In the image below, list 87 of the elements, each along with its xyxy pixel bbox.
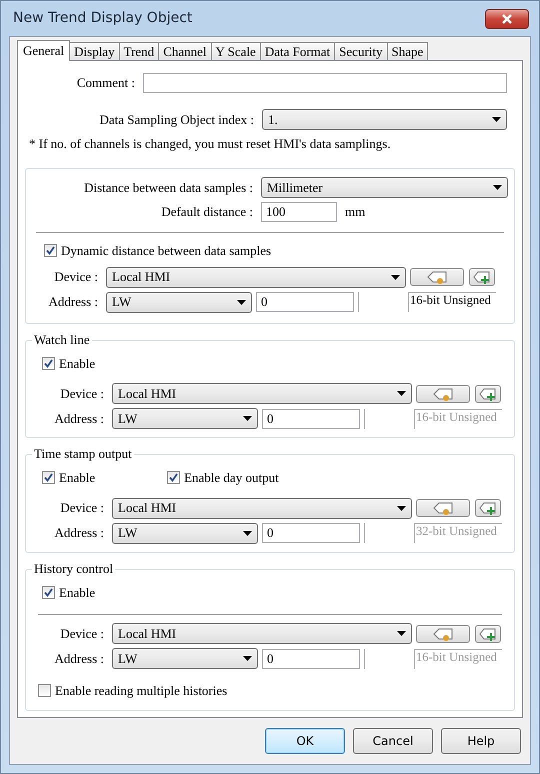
close-button[interactable] xyxy=(485,8,529,28)
device-dropdown[interactable]: Local HMI xyxy=(106,266,406,288)
note-text: * If no. of channels is changed, you must reset HMI's data samplings. xyxy=(28,135,392,153)
unit-label: mm xyxy=(345,203,366,222)
tag-button[interactable] xyxy=(410,268,464,286)
checkbox-label: Enable xyxy=(59,354,96,372)
tab[interactable]: Display xyxy=(69,42,120,60)
distance-field[interactable]: 100 xyxy=(261,202,337,222)
caret-icon xyxy=(243,416,252,421)
address-type-dropdown[interactable]: LW xyxy=(112,408,258,429)
address-field[interactable]: 0 xyxy=(262,648,360,668)
window-title: New Trend Display Object xyxy=(13,9,192,28)
address-field[interactable]: 0 xyxy=(262,408,360,428)
dialog-button[interactable]: OK xyxy=(265,728,345,754)
checkbox-label: Enable xyxy=(59,584,96,602)
checkbox[interactable] xyxy=(167,471,180,484)
checkbox[interactable] xyxy=(42,471,55,484)
data-type-label: 16-bit Unsigned xyxy=(408,292,496,312)
tag-button[interactable] xyxy=(416,624,470,642)
device-dropdown[interactable]: Local HMI xyxy=(112,623,412,644)
tag-icon xyxy=(431,386,455,400)
address-label: Address : xyxy=(54,524,105,542)
checkbox[interactable] xyxy=(42,356,55,370)
add-tag-button[interactable] xyxy=(475,384,501,402)
checkbox-label: Enable reading multiple histories xyxy=(55,682,228,700)
tab[interactable]: Data Format xyxy=(260,42,336,60)
address-field[interactable]: 0 xyxy=(262,523,360,543)
address-field[interactable]: 0 xyxy=(256,292,354,312)
caret-icon xyxy=(237,300,246,304)
dialog-button[interactable]: Cancel xyxy=(353,728,433,754)
tag-button[interactable] xyxy=(416,384,470,402)
address-label: Address : xyxy=(54,410,105,428)
add-tag-button[interactable] xyxy=(469,268,495,286)
distance-label: Distance between data samples : xyxy=(83,178,254,197)
dialog-button[interactable]: Help xyxy=(441,728,521,754)
address-type-dropdown[interactable]: LW xyxy=(106,292,252,312)
caret-icon xyxy=(492,117,501,122)
close-icon xyxy=(501,14,513,24)
tab[interactable]: Channel xyxy=(158,42,212,60)
caret-icon xyxy=(397,631,406,636)
tab[interactable]: Trend xyxy=(118,42,160,60)
device-label: Device : xyxy=(59,624,105,643)
device-dropdown[interactable]: Local HMI xyxy=(112,383,412,404)
device-dropdown[interactable]: Local HMI xyxy=(112,498,412,518)
sampling-index-label: Data Sampling Object index : xyxy=(98,110,255,129)
device-label: Device : xyxy=(59,499,105,518)
add-tag-icon xyxy=(472,270,492,284)
address-type-dropdown[interactable]: LW xyxy=(112,648,258,669)
checkbox[interactable] xyxy=(38,684,51,698)
data-type-label: 16-bit Unsigned xyxy=(414,408,502,428)
tab[interactable]: Y Scale xyxy=(210,42,261,60)
device-label: Device : xyxy=(59,384,105,403)
address-type-dropdown[interactable]: LW xyxy=(112,522,258,544)
tab[interactable]: Security xyxy=(334,42,388,60)
tag-icon xyxy=(425,270,449,284)
caret-icon xyxy=(243,656,252,661)
group-title: Time stamp output xyxy=(32,446,134,462)
address-label: Address : xyxy=(48,293,99,312)
tab[interactable]: General xyxy=(17,40,70,61)
caret-icon xyxy=(243,530,252,536)
address-label: Address : xyxy=(54,650,105,668)
tag-icon xyxy=(431,501,455,515)
tag-button[interactable] xyxy=(416,499,470,517)
caret-icon xyxy=(493,185,502,190)
add-tag-icon xyxy=(478,501,498,515)
caret-icon xyxy=(391,274,400,280)
distance-dropdown[interactable]: Millimeter xyxy=(261,177,508,198)
caret-icon xyxy=(397,506,406,510)
checkbox-label: Enable xyxy=(59,469,96,487)
add-tag-icon xyxy=(478,626,498,640)
default-distance-label: Default distance : xyxy=(160,203,254,222)
data-type-label: 32-bit Unsigned xyxy=(414,523,502,543)
data-type-label: 16-bit Unsigned xyxy=(414,648,502,668)
add-tag-button[interactable] xyxy=(475,499,501,517)
checkbox-label: Dynamic distance between data samples xyxy=(61,242,272,260)
comment-field[interactable] xyxy=(143,73,507,93)
tab[interactable]: Shape xyxy=(386,42,428,60)
add-tag-icon xyxy=(478,386,498,400)
sampling-index-dropdown[interactable]: 1. xyxy=(262,109,507,130)
comment-label: Comment : xyxy=(76,74,136,92)
checkbox[interactable] xyxy=(42,586,55,599)
tag-icon xyxy=(431,626,455,640)
device-label: Device : xyxy=(53,268,99,286)
add-tag-button[interactable] xyxy=(475,624,501,642)
caret-icon xyxy=(397,391,406,396)
checkbox[interactable] xyxy=(44,244,57,258)
checkbox-label: Enable day output xyxy=(184,469,279,487)
